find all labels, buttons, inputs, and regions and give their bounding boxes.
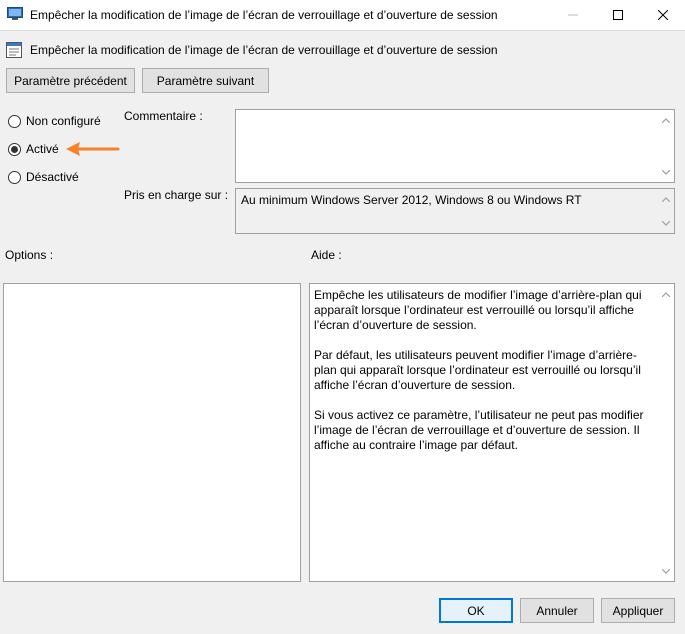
ok-button[interactable]: OK — [439, 598, 513, 623]
help-scrollbar[interactable] — [658, 284, 674, 581]
help-text: Empêche les utilisateurs de modifier l’i… — [314, 288, 654, 468]
scroll-down-icon[interactable] — [658, 164, 674, 180]
scroll-down-icon[interactable] — [658, 563, 674, 579]
scroll-up-icon[interactable] — [658, 286, 674, 302]
radio-not-configured[interactable]: Non configuré — [8, 114, 101, 128]
radio-enabled[interactable]: Activé — [8, 142, 59, 156]
window-title: Empêcher la modification de l’image de l… — [30, 8, 498, 22]
options-pane — [3, 283, 301, 582]
close-icon — [657, 10, 668, 20]
apply-button[interactable]: Appliquer — [601, 598, 675, 623]
minimize-icon — [567, 14, 578, 16]
scroll-up-icon[interactable] — [658, 112, 674, 128]
comment-label: Commentaire : — [124, 109, 203, 123]
comment-textarea[interactable] — [235, 109, 675, 183]
help-label: Aide : — [311, 248, 342, 262]
maximize-icon — [612, 10, 623, 20]
scroll-down-icon[interactable] — [658, 215, 674, 231]
previous-setting-button[interactable]: Paramètre précédent — [6, 68, 135, 93]
radio-disabled[interactable]: Désactivé — [8, 170, 79, 184]
help-paragraph: Si vous activez ce paramètre, l’utilisat… — [314, 408, 644, 452]
help-paragraph: Empêche les utilisateurs de modifier l’i… — [314, 288, 642, 332]
supported-field: Au minimum Windows Server 2012, Windows … — [235, 188, 675, 234]
radio-label: Désactivé — [26, 170, 79, 184]
radio-dot — [11, 145, 18, 153]
title-divider — [0, 30, 685, 31]
options-label: Options : — [5, 248, 54, 262]
annotation-arrow-icon — [64, 140, 120, 161]
maximize-button[interactable] — [595, 0, 640, 30]
policy-setting-icon — [6, 42, 22, 58]
policy-title: Empêcher la modification de l’image de l… — [30, 43, 498, 57]
help-pane: Empêche les utilisateurs de modifier l’i… — [309, 283, 675, 582]
policy-app-icon — [7, 7, 23, 21]
supported-value: Au minimum Windows Server 2012, Windows … — [241, 193, 582, 207]
radio-label: Non configuré — [26, 114, 101, 128]
cancel-button[interactable]: Annuler — [520, 598, 594, 623]
radio-label: Activé — [26, 142, 59, 156]
radio-circle[interactable] — [8, 170, 21, 184]
radio-circle[interactable] — [8, 114, 21, 128]
minimize-button[interactable] — [550, 0, 595, 30]
next-setting-button[interactable]: Paramètre suivant — [142, 68, 269, 93]
title-bar: Empêcher la modification de l’image de l… — [0, 0, 685, 30]
comment-scrollbar[interactable] — [658, 110, 674, 182]
close-button[interactable] — [640, 0, 685, 30]
help-paragraph: Par défaut, les utilisateurs peuvent mod… — [314, 348, 641, 392]
supported-label: Pris en charge sur : — [124, 188, 229, 202]
radio-circle-selected[interactable] — [8, 142, 21, 156]
scroll-up-icon[interactable] — [658, 191, 674, 207]
supported-scrollbar[interactable] — [658, 189, 674, 233]
